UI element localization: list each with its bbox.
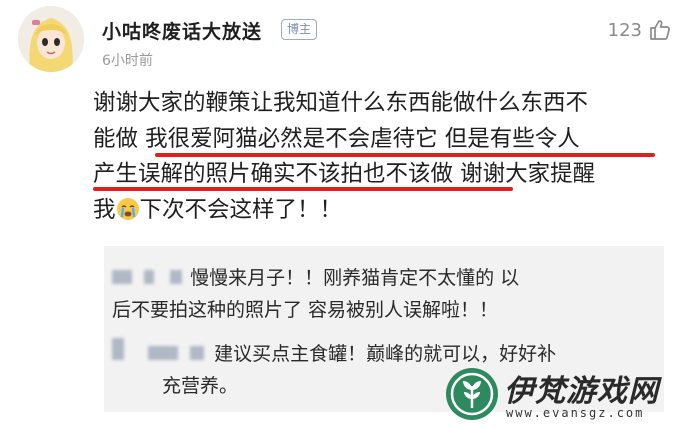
comment-text: 我 <box>93 196 116 223</box>
highlight-underline <box>93 187 513 191</box>
post-time: 6小时前 <box>102 53 153 69</box>
reply-text: 建议买点主食罐！巅峰的就可以，好好补 <box>214 343 557 365</box>
like-count: 123 <box>607 20 642 41</box>
highlight-underline <box>155 153 655 157</box>
avatar[interactable] <box>18 6 84 72</box>
leaf-logo-icon <box>446 368 498 420</box>
redacted-username <box>144 270 155 284</box>
comment-body: 谢谢大家的鞭策让我知道什么东西能做什么东西不 能做 我很爱阿猫必然是不会虐待它 … <box>93 86 668 228</box>
reply-item[interactable]: 慢慢来月子！！刚养猫肯定不太懂的 以 后不要拍这种的照片了 容易被别人误解啦！！ <box>112 262 652 326</box>
redacted-username <box>112 270 132 284</box>
comment-line: 谢谢大家的鞭策让我知道什么东西能做什么东西不 <box>93 90 589 116</box>
watermark-url: www.evansgz.com <box>506 406 645 420</box>
watermark-title: 伊梵游戏网 <box>504 374 659 409</box>
redacted-username <box>112 338 124 360</box>
redacted-username <box>148 346 179 360</box>
comment-text: 下次不会这样了！！ <box>139 196 343 223</box>
username[interactable]: 小咕咚废话大放送 <box>102 17 262 44</box>
thumbs-up-icon[interactable] <box>648 18 672 42</box>
reply-text: 慢慢来月子！！刚养猫肯定不太懂的 以 <box>190 267 520 289</box>
blogger-badge: 博主 <box>281 19 318 40</box>
reply-text: 后不要拍这种的照片了 容易被别人误解啦！！ <box>112 299 499 321</box>
watermark: 伊梵游戏网 www.evansgz.com <box>446 368 684 422</box>
redacted-username <box>190 346 205 360</box>
comment-line: 能做 我很爱阿猫必然是不会虐待它 但是有些令人 <box>93 125 580 152</box>
reply-text: 充营养。 <box>162 375 239 397</box>
comment-line: 我下次不会这样了！！ <box>93 193 668 229</box>
crying-emoji-icon <box>116 197 140 221</box>
redacted-username <box>170 270 183 284</box>
